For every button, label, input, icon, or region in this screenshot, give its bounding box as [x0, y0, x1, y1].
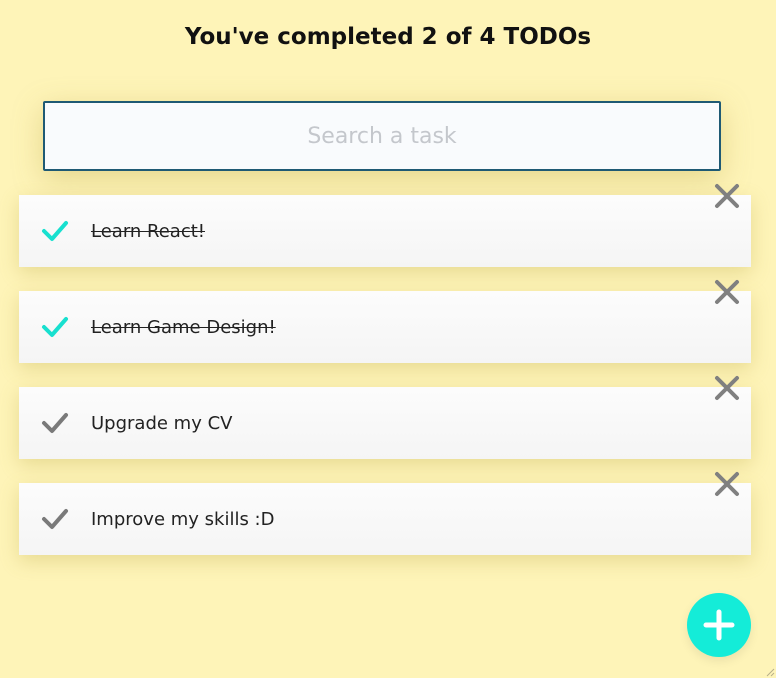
plus-icon: [703, 609, 735, 641]
check-icon[interactable]: [41, 409, 69, 437]
todo-text: Learn React!: [91, 220, 206, 242]
close-icon[interactable]: [713, 278, 741, 306]
todo-text: Learn Game Design!: [91, 316, 276, 338]
search-container: [43, 101, 721, 171]
resize-grip-icon[interactable]: [763, 665, 775, 677]
todo-app: You've completed 2 of 4 TODOs Learn Reac…: [0, 0, 776, 678]
check-icon[interactable]: [41, 505, 69, 533]
todo-text: Upgrade my CV: [91, 412, 233, 434]
check-icon[interactable]: [41, 217, 69, 245]
todo-item: Learn React!: [19, 184, 751, 267]
todo-item: Upgrade my CV: [19, 376, 751, 459]
close-icon[interactable]: [713, 470, 741, 498]
todo-item: Learn Game Design!: [19, 280, 751, 363]
search-input[interactable]: [43, 101, 721, 171]
todo-item: Improve my skills :D: [19, 472, 751, 555]
todo-text: Improve my skills :D: [91, 508, 275, 530]
add-todo-button[interactable]: [687, 593, 751, 657]
close-icon[interactable]: [713, 182, 741, 210]
close-icon[interactable]: [713, 374, 741, 402]
todo-list: Learn React! Learn Game Design! Upgrade …: [19, 184, 751, 579]
page-title: You've completed 2 of 4 TODOs: [184, 24, 592, 50]
check-icon[interactable]: [41, 313, 69, 341]
